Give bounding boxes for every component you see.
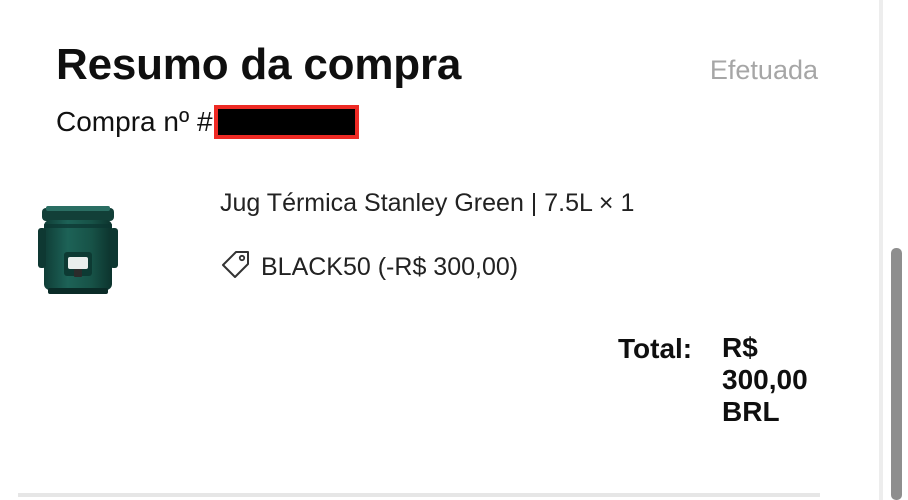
page-title: Resumo da compra: [56, 40, 462, 89]
tag-icon: [222, 251, 249, 278]
scrollbar-thumb[interactable]: [891, 248, 902, 500]
coupon-row: BLACK50 (-R$ 300,00): [220, 251, 519, 282]
total-label: Total:: [618, 333, 693, 364]
product-name: Jug Térmica Stanley Green | 7.5L × 1: [220, 189, 635, 217]
redacted-order-number: [213, 105, 359, 139]
purchase-summary-page: Resumo da compra Efetuada Compra nº # Ju…: [0, 0, 908, 500]
thermal-jug-image: [38, 206, 118, 294]
order-number-label: Compra nº #: [56, 106, 213, 137]
order-number-row: Compra nº #: [56, 104, 359, 140]
product-thumbnail[interactable]: [36, 200, 120, 300]
order-status: Efetuada: [709, 55, 818, 85]
panel-border: [879, 0, 883, 500]
coupon-code: BLACK50 (-R$ 300,00): [261, 253, 519, 281]
total-value: R$ 300,00 BRL: [722, 332, 808, 427]
section-divider: [18, 493, 820, 497]
